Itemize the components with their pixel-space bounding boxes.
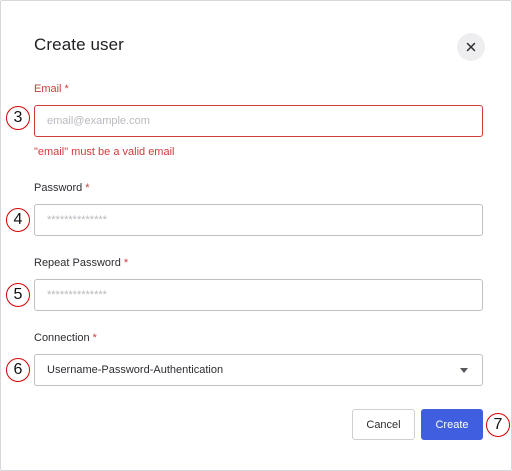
create-user-dialog: Create user Email* "email" must be a val… <box>0 0 512 471</box>
repeat-password-required-mark: * <box>123 257 129 269</box>
annotation-marker-create: 7 <box>486 413 510 437</box>
email-label-text: Email <box>34 83 62 95</box>
repeat-password-input[interactable] <box>34 279 483 311</box>
annotation-marker-email: 3 <box>6 106 30 130</box>
email-input[interactable] <box>34 105 483 137</box>
close-button[interactable] <box>457 33 485 61</box>
repeat-password-label: Repeat Password * <box>34 257 128 269</box>
password-label-text: Password <box>34 182 83 194</box>
annotation-marker-repeat-password: 5 <box>6 283 30 307</box>
connection-label-text: Connection <box>34 332 90 344</box>
connection-select[interactable]: Username-Password-Authentication <box>34 354 483 386</box>
annotation-marker-connection: 6 <box>6 358 30 382</box>
email-required-mark: * <box>64 83 69 95</box>
connection-selected-value: Username-Password-Authentication <box>47 364 224 376</box>
email-error-message: "email" must be a valid email <box>34 146 175 158</box>
dialog-title: Create user <box>34 35 124 54</box>
annotation-marker-password: 4 <box>6 208 30 232</box>
repeat-password-label-text: Repeat Password <box>34 257 121 269</box>
connection-required-mark: * <box>92 332 97 344</box>
caret-down-icon <box>460 367 468 373</box>
password-input[interactable] <box>34 204 483 236</box>
create-button[interactable]: Create <box>421 409 483 440</box>
password-label: Password * <box>34 182 90 194</box>
cancel-button[interactable]: Cancel <box>352 409 415 440</box>
close-icon <box>466 42 476 52</box>
email-label: Email * <box>34 83 69 95</box>
connection-label: Connection * <box>34 332 97 344</box>
password-required-mark: * <box>85 182 90 194</box>
